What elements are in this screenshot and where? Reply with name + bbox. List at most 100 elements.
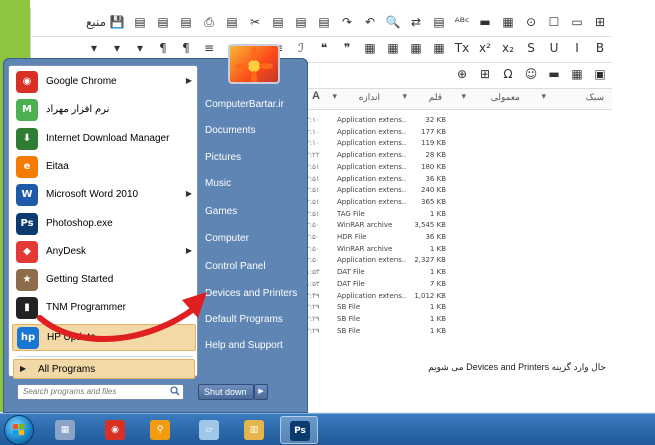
place-item[interactable]: Music <box>205 178 231 189</box>
file-row[interactable]: ۲:۲۹ SB File 1 KB <box>306 327 446 339</box>
toolbar-button[interactable]: ▣ <box>592 66 608 82</box>
all-programs-button[interactable]: ▶ All Programs <box>13 359 195 379</box>
place-item[interactable]: Computer <box>205 233 249 244</box>
program-item[interactable]: W Microsoft Word 2010 ▶ <box>12 182 196 209</box>
toolbar-button[interactable]: ≡ <box>201 40 217 56</box>
file-row[interactable]: ۲:۲۹ SB File 1 KB <box>306 303 446 315</box>
submenu-arrow-icon[interactable]: ▶ <box>186 76 192 85</box>
program-item[interactable]: ◉ Google Chrome ▶ <box>12 69 196 96</box>
size-dropdown[interactable]: اندازه <box>359 92 380 103</box>
place-item[interactable]: Help and Support <box>205 340 283 351</box>
toolbar-button[interactable]: ⊕ <box>454 66 470 82</box>
toolbar-button[interactable]: ↶ <box>362 14 378 30</box>
toolbar-button[interactable]: ▾ <box>132 40 148 56</box>
notepad-taskbar-button[interactable]: ▱ <box>190 416 228 444</box>
text-color-button[interactable]: A <box>312 90 320 102</box>
program-item[interactable]: e Eitaa <box>12 154 196 181</box>
start-button[interactable] <box>4 415 34 445</box>
toolbar-button[interactable]: ▦ <box>569 66 585 82</box>
program-item[interactable]: ★ Getting Started <box>12 267 196 294</box>
toolbar-button[interactable]: ⎙ <box>201 14 217 30</box>
toolbar-button[interactable]: ℐ <box>293 40 309 56</box>
toolbar-button[interactable]: ▾ <box>86 40 102 56</box>
search-app-taskbar-button[interactable]: ⚲ <box>141 416 179 444</box>
place-item[interactable]: Devices and Printers <box>205 288 297 299</box>
file-row[interactable]: ۲:۱۰ Application extens... 119 KB <box>306 139 446 151</box>
toolbar-button[interactable]: ▦ <box>431 40 447 56</box>
toolbar-button[interactable]: x₂ <box>500 40 516 56</box>
toolbar-button[interactable]: ❞ <box>339 40 355 56</box>
toolbar-button[interactable]: Ω <box>500 66 516 82</box>
toolbar-button[interactable]: ▤ <box>178 14 194 30</box>
font-dropdown[interactable]: قلم <box>429 92 442 103</box>
toolbar-button[interactable]: ⊞ <box>592 14 608 30</box>
toolbar-button[interactable]: ❝ <box>316 40 332 56</box>
program-item[interactable]: ▮ TNM Programmer <box>12 295 196 322</box>
file-row[interactable]: ۲:۵۱ Application extens... 180 KB <box>306 163 446 175</box>
folder-taskbar-button[interactable]: ▥ <box>235 416 273 444</box>
place-item[interactable]: Control Panel <box>205 261 266 272</box>
file-row[interactable]: ۲:۵۱ TAG File 1 KB <box>306 210 446 222</box>
place-item[interactable]: Pictures <box>205 152 241 163</box>
search-programs-input[interactable]: Search programs and files <box>17 384 184 400</box>
toolbar-button[interactable]: I <box>569 40 585 56</box>
toolbar-button[interactable]: x² <box>477 40 493 56</box>
toolbar-button[interactable]: ▾ <box>109 40 125 56</box>
program-item[interactable]: Ps Photoshop.exe <box>12 211 196 238</box>
toolbar-button[interactable]: منبع <box>86 14 106 30</box>
file-row[interactable]: ۲:۲۲ Application extens... 28 KB <box>306 151 446 163</box>
file-row[interactable]: ۲:۵۰ HDR File 36 KB <box>306 233 446 245</box>
toolbar-button[interactable]: ⊙ <box>523 14 539 30</box>
place-item[interactable]: ComputerBartar.ir <box>205 99 284 110</box>
toolbar-button[interactable]: ▤ <box>270 14 286 30</box>
toolbar-button[interactable]: ▤ <box>224 14 240 30</box>
toolbar-button[interactable]: ▦ <box>385 40 401 56</box>
toolbar-button[interactable]: ▤ <box>155 14 171 30</box>
file-row[interactable]: ۲:۱۰ Application extens... 32 KB <box>306 116 446 128</box>
file-row[interactable]: ۲:۱۰ Application extens... 177 KB <box>306 128 446 140</box>
program-item[interactable]: ◆ AnyDesk ▶ <box>12 239 196 266</box>
toolbar-button[interactable]: ▦ <box>362 40 378 56</box>
toolbar-button[interactable]: U <box>546 40 562 56</box>
program-item[interactable]: hp HP Update <box>12 323 196 351</box>
program-item[interactable]: ⬇ Internet Download Manager <box>12 126 196 153</box>
toolbar-button[interactable]: ▤ <box>293 14 309 30</box>
toolbar-button[interactable]: 🔍 <box>385 14 401 30</box>
file-row[interactable]: ۲:۲۹ SB File 1 KB <box>306 315 446 327</box>
file-row[interactable]: ۲:۵۱ Application extens... 240 KB <box>306 186 446 198</box>
photoshop-taskbar-taskbar-button[interactable]: Ps <box>280 416 318 444</box>
toolbar-button[interactable]: ▦ <box>408 40 424 56</box>
toolbar-button[interactable]: Tx <box>454 40 470 56</box>
toolbar-button[interactable]: 💾 <box>109 14 125 30</box>
toolbar-button[interactable]: ↷ <box>339 14 355 30</box>
toolbar-button[interactable]: ⇄ <box>408 14 424 30</box>
file-row[interactable]: ۲:۵۱ Application extens... 365 KB <box>306 198 446 210</box>
shutdown-options-button[interactable]: ▶ <box>254 384 268 400</box>
place-item[interactable]: Default Programs <box>205 314 283 325</box>
toolbar-button[interactable]: ☺ <box>523 66 539 82</box>
style-dropdown[interactable]: سبک <box>586 92 604 103</box>
file-row[interactable]: ۱:۵۳ DAT File 1 KB <box>306 268 446 280</box>
toolbar-button[interactable]: ¶ <box>155 40 171 56</box>
toolbar-button[interactable]: ▬ <box>477 14 493 30</box>
program-item[interactable]: M نرم افزار مهراد <box>12 97 196 124</box>
toolbar-button[interactable]: ▤ <box>316 14 332 30</box>
file-row[interactable]: ۱:۵۳ DAT File 7 KB <box>306 280 446 292</box>
toolbar-button[interactable]: ¶ <box>178 40 194 56</box>
calculator-taskbar-button[interactable]: ▦ <box>46 416 84 444</box>
toolbar-button[interactable]: S <box>523 40 539 56</box>
file-row[interactable]: ۲:۴۹ Application extens... 1,012 KB <box>306 292 446 304</box>
shutdown-button[interactable]: Shut down <box>198 384 254 400</box>
format-dropdown[interactable]: معمولی <box>491 92 520 103</box>
place-item[interactable]: Games <box>205 206 237 217</box>
toolbar-button[interactable]: ▬ <box>546 66 562 82</box>
submenu-arrow-icon[interactable]: ▶ <box>186 246 192 255</box>
toolbar-button[interactable]: ▭ <box>569 14 585 30</box>
file-row[interactable]: ۲:۵۰ Application extens... 2,327 KB <box>306 256 446 268</box>
toolbar-button[interactable]: ✂ <box>247 14 263 30</box>
place-item[interactable]: Documents <box>205 125 256 136</box>
toolbar-button[interactable]: B <box>592 40 608 56</box>
toolbar-button[interactable]: ▤ <box>431 14 447 30</box>
toolbar-button[interactable]: ☐ <box>546 14 562 30</box>
chrome-taskbar-taskbar-button[interactable]: ◉ <box>96 416 134 444</box>
